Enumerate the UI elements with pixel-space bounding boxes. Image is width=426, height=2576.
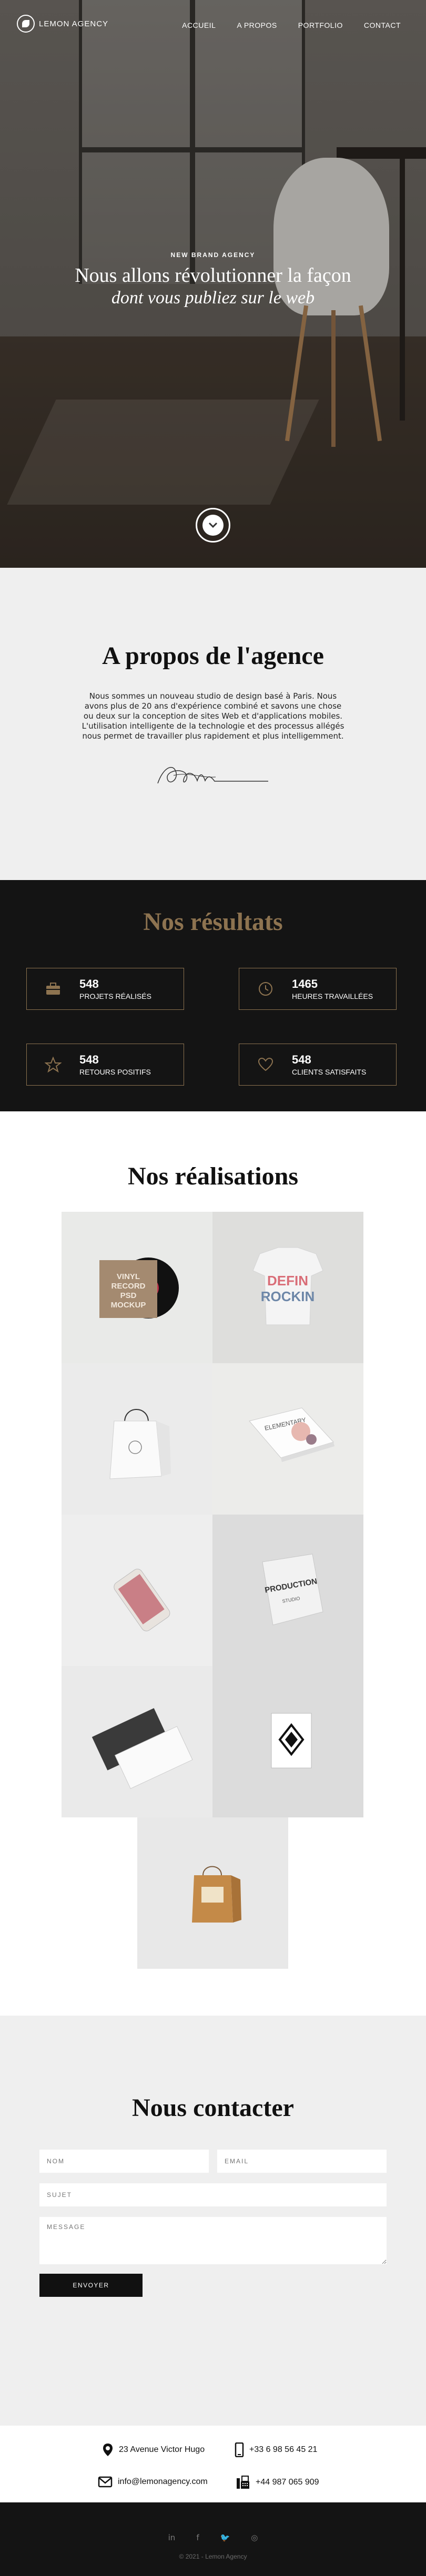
about-title: A propos de l'agence [102,642,324,670]
contact-form: ENVOYER [39,2150,387,2307]
logo[interactable]: LEMON AGENCY [17,15,108,33]
logo-text: LEMON AGENCY [39,19,109,28]
contact-title: Nous contacter [132,2094,294,2122]
stat-number: 548 [79,1053,99,1066]
nav-item-contact[interactable]: CONTACT [364,21,401,29]
chevron-down-icon [208,522,218,528]
linkedin-icon[interactable]: in [168,2533,176,2542]
fax-text: +44 987 065 909 [256,2478,319,2487]
fax-item: +44 987 065 909 [236,2475,319,2490]
about-text: Nous sommes un nouveau studio de design … [82,691,344,741]
phone-item: +33 6 98 56 45 21 [235,2442,317,2457]
stat-feedback: 548 RETOURS POSITIFS [26,1044,184,1086]
portfolio-item-tshirt[interactable]: DEFIN ROCKIN [212,1212,363,1363]
magazine-image: ELEMENTARY [249,1407,334,1462]
stat-label: RETOURS POSITIFS [79,1068,151,1076]
subject-field[interactable] [39,2183,387,2206]
nav-item-portfolio[interactable]: PORTFOLIO [298,21,343,29]
portfolio-grid: VINYL RECORD PSD MOCKUP DEFIN ROCKIN ELE… [0,1212,426,1969]
name-field[interactable] [39,2150,209,2173]
lemon-logo-icon [17,15,35,33]
social-links: in f 🐦 ◎ [0,2533,426,2542]
briefcase-icon [46,983,60,995]
stat-number: 548 [292,1053,311,1066]
stat-label: HEURES TRAVAILLÉES [292,992,373,1000]
results-title: Nos résultats [143,908,283,936]
results-section: Nos résultats 548 PROJETS RÉALISÉS 1465 … [0,880,426,1111]
map-pin-icon [103,2444,113,2456]
address-item: 23 Avenue Victor Hugo [102,2442,205,2457]
clock-icon [259,982,272,996]
instagram-icon[interactable]: ◎ [251,2533,258,2542]
tshirt-image: DEFIN ROCKIN [252,1247,323,1325]
footer: in f 🐦 ◎ © 2021 - Lemon Agency [0,2502,426,2576]
phone-text[interactable]: +33 6 98 56 45 21 [249,2445,317,2455]
portfolio-section: Nos réalisations VINYL RECORD PSD MOCKUP… [0,1111,426,2016]
stat-hours: 1465 HEURES TRAVAILLÉES [239,968,397,1010]
signature-image [157,766,268,784]
scroll-down-button[interactable] [196,508,230,543]
contact-section: Nous contacter ENVOYER [0,2016,426,2426]
hero-text: NEW BRAND AGENCY Nous allons révolutionn… [0,251,426,308]
fax-icon [237,2476,249,2489]
top-navigation: LEMON AGENCY ACCUEIL A PROPOS PORTFOLIO … [0,0,426,53]
svg-text:PSD: PSD [120,1291,137,1300]
stat-projects: 548 PROJETS RÉALISÉS [26,968,184,1010]
hero-subtitle: dont vous publiez sur le web [111,288,315,308]
stat-clients: 548 CLIENTS SATISFAITS [239,1044,397,1086]
svg-text:ROCKIN: ROCKIN [261,1289,315,1304]
twitter-icon[interactable]: 🐦 [220,2533,230,2542]
envelope-icon [98,2476,113,2488]
hero-section: LEMON AGENCY ACCUEIL A PROPOS PORTFOLIO … [0,0,426,568]
stat-number: 1465 [292,977,318,990]
business-cards-image [92,1708,193,1789]
email-field[interactable] [217,2150,387,2173]
portfolio-item-folded-tshirt[interactable]: PRODUCTION STUDIO [212,1515,363,1666]
shopping-bag-image [109,1409,171,1479]
star-icon [45,1057,62,1072]
svg-text:MOCKUP: MOCKUP [111,1301,146,1310]
phone-image [114,1569,170,1631]
svg-text:RECORD: RECORD [111,1282,145,1291]
copyright: © 2021 - Lemon Agency [179,2553,247,2560]
main-menu: ACCUEIL A PROPOS PORTFOLIO CONTACT [182,21,401,29]
portfolio-item-poster[interactable] [212,1666,363,1817]
hero-kicker: NEW BRAND AGENCY [170,251,256,259]
folded-tshirt-image: PRODUCTION STUDIO [262,1553,323,1626]
portfolio-item-phone[interactable] [62,1515,212,1666]
email-item: info@lemonagency.com [98,2476,208,2488]
facebook-icon[interactable]: f [196,2533,199,2542]
portfolio-title: Nos réalisations [128,1162,298,1190]
portfolio-item-paper-bag[interactable] [137,1817,288,1969]
portfolio-item-business-cards[interactable] [62,1666,212,1817]
svg-text:DEFIN: DEFIN [267,1273,308,1289]
paper-bag-image [192,1866,241,1923]
nav-item-accueil[interactable]: ACCUEIL [182,21,216,29]
stat-label: PROJETS RÉALISÉS [79,992,151,1000]
send-button[interactable]: ENVOYER [39,2274,143,2297]
heart-icon [258,1057,273,1071]
vinyl-record-image: VINYL RECORD PSD MOCKUP [99,1258,179,1318]
mobile-phone-icon [235,2442,244,2457]
stat-number: 548 [79,977,99,990]
address-text: 23 Avenue Victor Hugo [119,2445,205,2454]
portfolio-item-bag[interactable] [62,1363,212,1515]
portfolio-item-vinyl[interactable]: VINYL RECORD PSD MOCKUP [62,1212,212,1363]
hero-title: Nous allons révolutionner la façon [75,264,351,287]
contact-info: 23 Avenue Victor Hugo +33 6 98 56 45 21 … [0,2426,426,2502]
email-text[interactable]: info@lemonagency.com [118,2477,208,2487]
svg-text:VINYL: VINYL [117,1272,140,1281]
poster-image [271,1713,312,1769]
message-field[interactable] [39,2217,387,2264]
nav-item-a-propos[interactable]: A PROPOS [237,21,277,29]
about-section: A propos de l'agence Nous sommes un nouv… [0,568,426,880]
stat-label: CLIENTS SATISFAITS [292,1068,367,1076]
portfolio-item-magazine[interactable]: ELEMENTARY [212,1363,363,1515]
